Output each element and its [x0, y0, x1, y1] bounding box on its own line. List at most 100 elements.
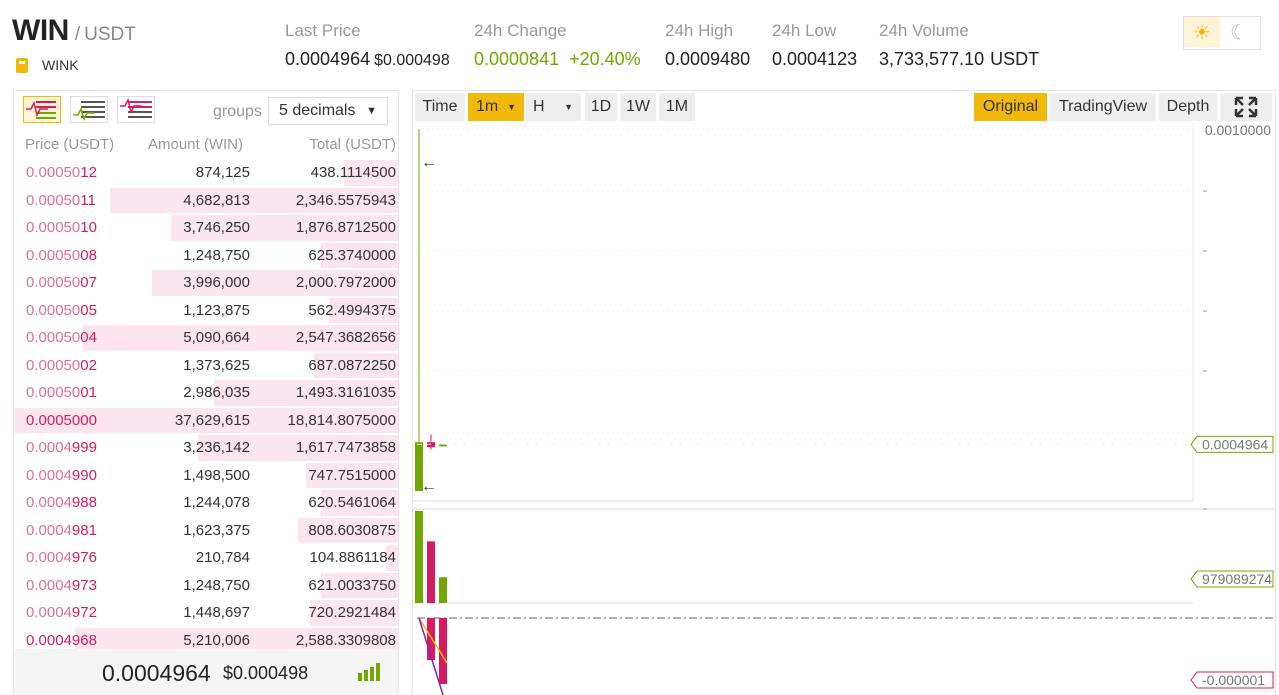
interval-1w-button[interactable]: 1W: [620, 93, 656, 121]
order-row[interactable]: 0.0005005 1,123,875 562.4994375: [14, 297, 398, 325]
order-amount: 4,682,813: [183, 191, 250, 209]
order-row[interactable]: 0.0004981 1,623,375 808.6030875: [14, 517, 398, 545]
moon-icon[interactable]: ☾: [1220, 17, 1258, 47]
volume-bar: [427, 541, 435, 603]
fullscreen-icon[interactable]: [1220, 93, 1272, 121]
price-tag-label: 0.0004964: [1202, 436, 1268, 452]
order-total: 747.7515000: [308, 466, 396, 484]
order-amount: 1,498,500: [183, 466, 250, 484]
order-price: 0.0004972: [26, 604, 97, 621]
low-value: 0.0004123: [772, 49, 858, 69]
caret-down-icon: ▼: [366, 105, 377, 117]
order-price: 0.0005002: [26, 356, 97, 374]
order-total: 620.5461064: [308, 494, 396, 511]
order-price: 0.0004973: [26, 576, 97, 594]
theme-toggle: ☀ ☾: [1183, 16, 1261, 50]
amount-column-header: Amount (WIN): [148, 136, 244, 153]
order-total: 104.8861184: [309, 549, 396, 566]
depth-view-button[interactable]: Depth: [1159, 93, 1217, 121]
volume-value: 3,733,577.10: [879, 49, 985, 69]
order-row[interactable]: 0.0005011 4,682,813 2,346.5575943: [14, 187, 398, 215]
order-amount: 37,629,615: [174, 411, 250, 429]
order-row[interactable]: 0.0005002 1,373,625 687.0872250: [14, 352, 398, 380]
order-total: 687.0872250: [308, 356, 396, 374]
order-row[interactable]: 0.0005001 2,986,035 1,493.3161035: [14, 379, 398, 407]
pulse-icon: [26, 101, 48, 118]
stat-label: 24h Change: [474, 21, 567, 40]
order-row[interactable]: 0.0005008 1,248,750 625.3740000: [14, 242, 398, 270]
high-marker: ←: [421, 154, 437, 171]
order-price: 0.0004988: [26, 494, 97, 511]
order-row[interactable]: 0.0004990 1,498,500 747.7515000: [14, 462, 398, 490]
view-bids-button[interactable]: [70, 96, 108, 123]
volume-bar: [439, 577, 447, 603]
order-amount: 3,996,000: [183, 274, 250, 291]
order-row[interactable]: 0.0005004 5,090,664 2,547.3682656: [14, 324, 398, 352]
last-price-value: 0.0004964: [285, 49, 371, 69]
order-price: 0.0004968: [26, 631, 97, 649]
order-amount: 5,210,006: [183, 631, 250, 649]
interval-1m-month-button[interactable]: 1M: [659, 93, 695, 121]
decimals-select[interactable]: 5 decimals ▼: [268, 97, 388, 125]
order-row[interactable]: 0.0005007 3,996,000 2,000.7972000: [14, 269, 398, 297]
order-amount: 3,236,142: [183, 439, 250, 456]
candlestick-chart[interactable]: 0.0010000 ← ← 0.0004964 979089274 -0.000001: [413, 123, 1275, 695]
stat-label: 24h High: [665, 21, 734, 40]
interval-h-button[interactable]: H ▼: [525, 93, 581, 121]
order-amount: 874,125: [195, 164, 250, 181]
order-total: 1,876.8712500: [295, 219, 396, 236]
caret-down-icon: ▼: [564, 102, 573, 112]
order-total: 720.2921484: [308, 604, 396, 621]
interval-1m-button[interactable]: 1m ▼: [468, 93, 524, 121]
footer-usd-price: $0.000498: [223, 663, 309, 683]
order-price: 0.0004999: [26, 439, 97, 456]
chart-toolbar: Time 1m ▼ H ▼ 1D 1W 1M Original TradingVie…: [413, 91, 1275, 123]
quote-asset: / USDT: [74, 24, 136, 45]
token-info-icon: [16, 57, 28, 73]
stat-label: 24h Low: [772, 21, 837, 40]
macd-bar: [427, 618, 435, 660]
order-amount: 1,123,875: [183, 301, 250, 319]
original-view-button[interactable]: Original: [974, 93, 1047, 121]
volume-stat: 24h Volume 3,733,577.10 USDT: [879, 20, 1039, 72]
order-row[interactable]: 0.0005000 37,629,615 18,814.8075000: [14, 407, 398, 435]
token-link[interactable]: WINK: [16, 57, 79, 73]
order-price: 0.0005001: [26, 384, 97, 401]
order-row[interactable]: 0.0005010 3,746,250 1,876.8712500: [14, 214, 398, 242]
order-amount: 210,784: [195, 549, 250, 566]
tradingview-button[interactable]: TradingView: [1050, 93, 1156, 121]
pulse-icon: [120, 98, 142, 115]
sun-icon[interactable]: ☀: [1184, 17, 1220, 47]
order-total: 1,493.3161035: [295, 384, 396, 401]
order-price: 0.0005007: [26, 274, 97, 291]
view-asks-button[interactable]: [117, 96, 155, 123]
order-row[interactable]: 0.0004976 210,784 104.8861184: [14, 544, 398, 572]
high-value: 0.0009480: [665, 49, 751, 69]
caret-down-icon: ▼: [507, 102, 516, 112]
stat-label: 24h Volume: [879, 21, 969, 40]
order-price: 0.0005011: [26, 191, 96, 209]
change-stat: 24h Change 0.0000841 +20.40%: [474, 20, 641, 72]
order-row[interactable]: 0.0004988 1,244,078 620.5461064: [14, 489, 398, 517]
change-value: 0.0000841: [474, 49, 560, 69]
order-row[interactable]: 0.0004999 3,236,142 1,617.7473858: [14, 434, 398, 462]
total-column-header: Total (USDT): [309, 136, 396, 153]
stat-label: Last Price: [285, 21, 361, 40]
order-total: 2,588.3309808: [295, 631, 396, 649]
price-column-header: Price (USDT): [25, 136, 115, 153]
order-total: 2,346.5575943: [295, 191, 396, 209]
decimals-value: 5 decimals: [279, 102, 356, 119]
order-amount: 1,373,625: [183, 356, 250, 374]
view-both-button[interactable]: [23, 96, 61, 123]
interval-1d-button[interactable]: 1D: [585, 93, 617, 121]
order-row[interactable]: 0.0004973 1,248,750 621.0033750: [14, 572, 398, 600]
order-price: 0.0005005: [26, 301, 97, 319]
order-price: 0.0005000: [26, 411, 97, 429]
groups-label: groups: [213, 103, 262, 120]
order-total: 2,547.3682656: [295, 329, 396, 346]
order-row[interactable]: 0.0004972 1,448,697 720.2921484: [14, 599, 398, 627]
order-row[interactable]: 0.0005012 874,125 438.1114500: [14, 159, 398, 187]
price-axis-top-label: 0.0010000: [1205, 123, 1271, 138]
time-button[interactable]: Time: [415, 93, 465, 121]
order-amount: 3,746,250: [183, 219, 250, 236]
